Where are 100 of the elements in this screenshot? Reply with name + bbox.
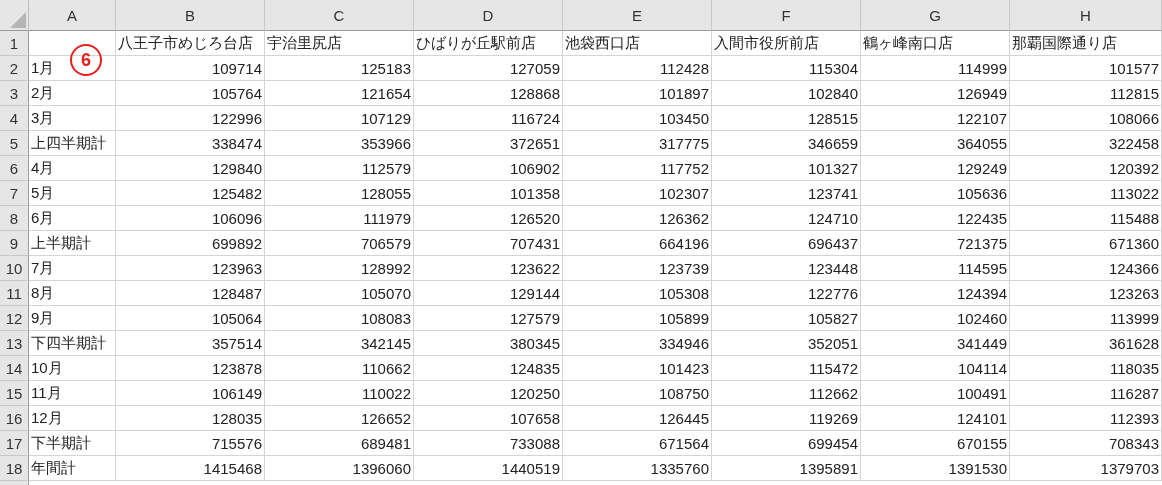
table-cell: 112428 — [660, 59, 709, 77]
table-cell: 120250 — [509, 384, 560, 402]
row-header[interactable]: 14 — [0, 356, 29, 381]
table-cell: 126652 — [360, 409, 411, 427]
table-cell: 那覇国際通り店 — [1012, 33, 1117, 53]
table-cell: 124366 — [1108, 259, 1159, 277]
table-cell: 2月 — [31, 83, 55, 103]
table-cell: 121654 — [360, 84, 411, 102]
table-cell: 101327 — [807, 159, 858, 177]
table-cell: 122996 — [211, 109, 262, 127]
table-cell: 125183 — [360, 59, 411, 77]
table-cell: 105308 — [658, 284, 709, 302]
table-cell: 117752 — [660, 159, 709, 177]
table-cell: 105636 — [956, 184, 1007, 202]
table-cell: 352051 — [807, 334, 858, 352]
table-cell: 123741 — [807, 184, 858, 202]
table-cell: 110022 — [362, 384, 411, 402]
table-cell: 124835 — [509, 359, 560, 377]
table-cell: ひばりが丘駅前店 — [416, 33, 536, 53]
table-cell: 102460 — [956, 309, 1007, 327]
table-cell: 128868 — [509, 84, 560, 102]
table-cell: 111979 — [363, 209, 411, 227]
select-all-icon[interactable] — [10, 12, 26, 28]
row-header[interactable]: 17 — [0, 431, 29, 456]
table-cell: 7月 — [31, 258, 55, 278]
row-header[interactable]: 8 — [0, 206, 29, 231]
table-cell: 126362 — [658, 209, 709, 227]
table-cell: 1379703 — [1100, 459, 1159, 477]
row-header[interactable]: 18 — [0, 456, 29, 481]
table-cell: 708343 — [1108, 434, 1159, 452]
column-header[interactable]: H — [1010, 0, 1162, 31]
column-header[interactable]: D — [414, 0, 563, 31]
table-cell: 128035 — [211, 409, 262, 427]
row-header[interactable]: 7 — [0, 181, 29, 206]
row-header[interactable]: 3 — [0, 81, 29, 106]
table-cell: 364055 — [956, 134, 1007, 152]
table-cell: 124710 — [807, 209, 858, 227]
table-cell: 699892 — [211, 234, 262, 252]
row-header[interactable]: 13 — [0, 331, 29, 356]
table-cell: 112393 — [1110, 409, 1159, 427]
table-cell: 上半期計 — [31, 233, 91, 253]
row-header[interactable]: 11 — [0, 281, 29, 306]
table-cell: 104114 — [958, 359, 1007, 377]
table-cell: 123622 — [509, 259, 560, 277]
table-cell: 715576 — [211, 434, 262, 452]
table-cell: 10月 — [31, 358, 63, 378]
row-header[interactable]: 5 — [0, 131, 29, 156]
table-cell: 706579 — [360, 234, 411, 252]
row-header[interactable]: 1 — [0, 31, 29, 56]
row-header[interactable]: 2 — [0, 56, 29, 81]
table-cell: 11月 — [31, 383, 62, 403]
table-cell: 112815 — [1110, 84, 1159, 102]
table-cell: 120392 — [1108, 159, 1159, 177]
table-cell: 100491 — [956, 384, 1007, 402]
table-cell: 年間計 — [31, 458, 76, 478]
column-header[interactable]: E — [563, 0, 712, 31]
row-header[interactable]: 12 — [0, 306, 29, 331]
column-header[interactable]: G — [861, 0, 1010, 31]
row-header[interactable]: 4 — [0, 106, 29, 131]
table-cell: 106149 — [211, 384, 262, 402]
table-cell: 123263 — [1108, 284, 1159, 302]
table-cell: 129249 — [956, 159, 1007, 177]
table-cell: 105070 — [360, 284, 411, 302]
row-header[interactable]: 10 — [0, 256, 29, 281]
table-cell: 102840 — [807, 84, 858, 102]
row-header[interactable]: 9 — [0, 231, 29, 256]
table-cell: 707431 — [509, 234, 560, 252]
column-header[interactable]: F — [712, 0, 861, 31]
table-cell: 1396060 — [352, 459, 411, 477]
table-cell: 宇治里尻店 — [267, 33, 342, 53]
table-cell: 110662 — [362, 359, 411, 377]
table-cell: 101423 — [658, 359, 709, 377]
table-cell: 113022 — [1110, 184, 1159, 202]
row-header[interactable]: 6 — [0, 156, 29, 181]
table-cell: 346659 — [807, 134, 858, 152]
table-cell: 105064 — [211, 309, 262, 327]
table-cell: 357514 — [211, 334, 262, 352]
step-marker: 6 — [70, 44, 102, 76]
table-cell: 114595 — [958, 259, 1007, 277]
column-header[interactable]: B — [116, 0, 265, 31]
column-header[interactable]: A — [29, 0, 116, 31]
table-cell: 124101 — [956, 409, 1007, 427]
table-cell: 105764 — [211, 84, 262, 102]
table-cell: 664196 — [658, 234, 709, 252]
table-cell: 341449 — [956, 334, 1007, 352]
table-cell: 122435 — [956, 209, 1007, 227]
table-cell: 1440519 — [501, 459, 560, 477]
table-cell: 126520 — [509, 209, 560, 227]
column-header[interactable]: C — [265, 0, 414, 31]
table-cell: 372651 — [509, 134, 560, 152]
table-cell: 102307 — [658, 184, 709, 202]
table-cell: 127059 — [509, 59, 560, 77]
row-header[interactable]: 16 — [0, 406, 29, 431]
table-cell: 721375 — [956, 234, 1007, 252]
table-cell: 671360 — [1108, 234, 1159, 252]
table-cell: 128055 — [360, 184, 411, 202]
table-cell: 122107 — [956, 109, 1007, 127]
row-header[interactable]: 15 — [0, 381, 29, 406]
table-cell: 126445 — [658, 409, 709, 427]
table-cell: 107129 — [360, 109, 411, 127]
